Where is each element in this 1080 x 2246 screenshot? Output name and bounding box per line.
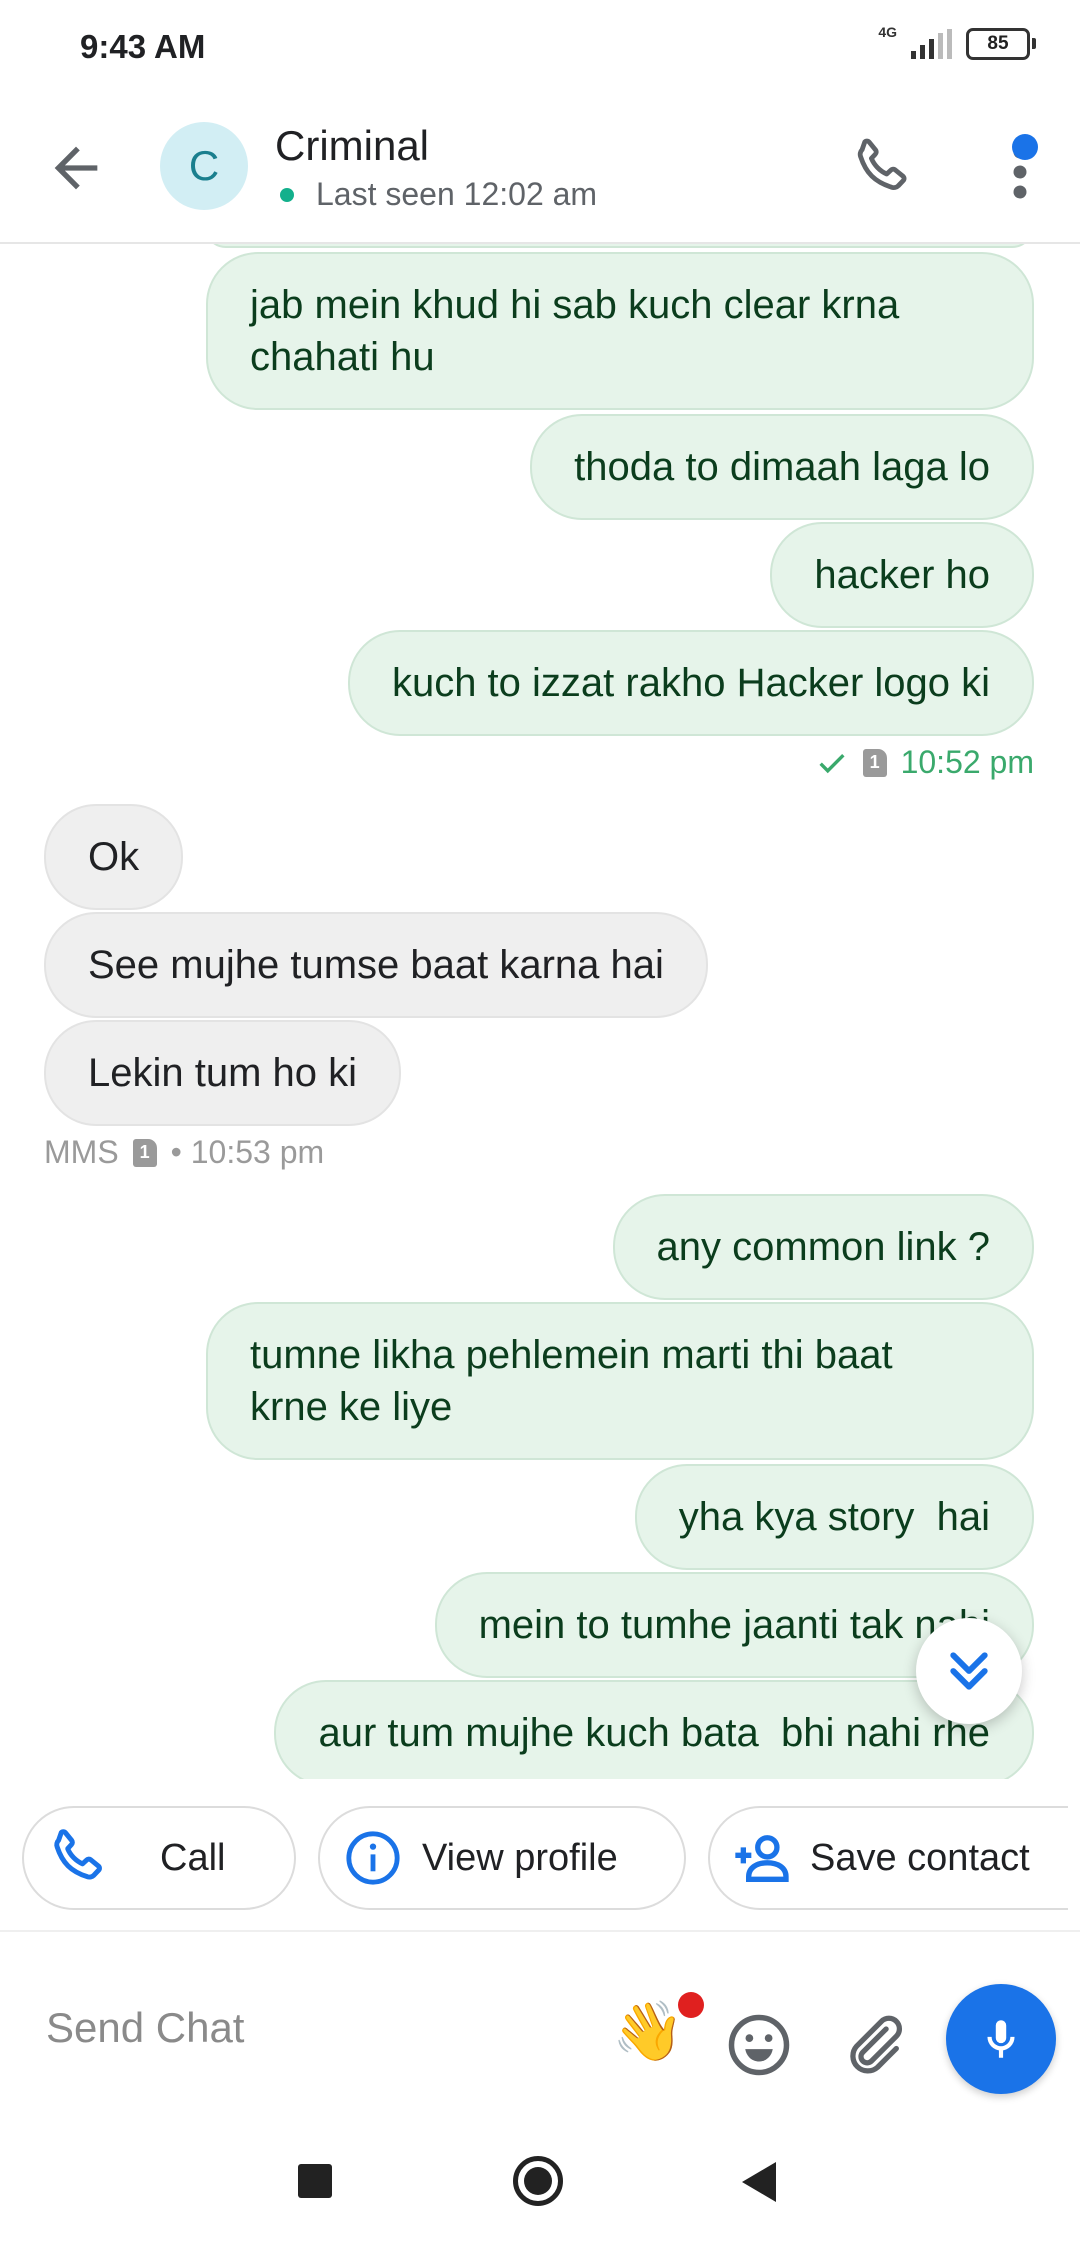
wave-hand-icon[interactable]: 👋 [612, 2002, 684, 2062]
network-type: 4G [878, 24, 897, 40]
last-seen-status: Last seen 12:02 am [280, 176, 597, 213]
double-chevron-down-icon [950, 1652, 988, 1690]
call-chip-label: Call [160, 1836, 226, 1879]
message-bubble-outgoing[interactable]: hacker ho [770, 522, 1034, 628]
notification-dot [1012, 134, 1038, 160]
message-bubble-partial [204, 244, 1034, 248]
sim-icon: 1 [132, 1138, 157, 1167]
home-dot-icon [524, 2167, 552, 2195]
message-text-line: krne ke liye [250, 1385, 453, 1429]
composer: 👋 [0, 1930, 1080, 2120]
view-profile-chip[interactable]: View profile [318, 1806, 686, 1910]
message-bubble-incoming[interactable]: See mujhe tumse baat karna hai [44, 912, 708, 1018]
battery-icon: 85 [966, 28, 1036, 60]
attach-button[interactable] [838, 2010, 908, 2080]
message-text-line: tumne likha pehlemein marti thi baat [250, 1333, 893, 1377]
sim-icon: 1 [862, 748, 887, 777]
message-type: MMS [44, 1134, 119, 1170]
save-contact-label: Save contact [810, 1836, 1030, 1879]
person-add-icon [735, 1835, 789, 1882]
message-time: • 10:53 pm [170, 1134, 325, 1170]
view-profile-label: View profile [422, 1836, 618, 1879]
status-time: 9:43 AM [80, 28, 206, 65]
back-button[interactable] [44, 136, 108, 200]
message-text: yha kya story hai [678, 1495, 990, 1539]
message-time: 10:52 pm [900, 744, 1034, 780]
wave-notification-dot [678, 1992, 704, 2018]
message-meta-incoming: MMS 1 • 10:53 pm [44, 1134, 324, 1171]
arrow-left-icon [54, 146, 98, 190]
chat-header: C Criminal Last seen 12:02 am [0, 96, 1080, 244]
status-bar: 9:43 AM 4G 85 [0, 0, 1080, 96]
online-dot-icon [280, 187, 294, 202]
emoji-button[interactable] [726, 2012, 792, 2078]
message-text: mein to tumhe jaanti tak nahi [478, 1603, 990, 1647]
message-bubble-outgoing[interactable]: yha kya story hai [634, 1464, 1034, 1570]
message-bubble-outgoing[interactable]: kuch to izzat rakho Hacker logo ki [347, 630, 1034, 736]
message-text: thoda to dimaah laga lo [574, 445, 990, 489]
message-list[interactable]: jab mein khud hi sab kuch clear krna cha… [0, 244, 1080, 1779]
avatar-letter: C [188, 142, 220, 189]
smiley-icon [728, 2014, 790, 2076]
message-bubble-outgoing[interactable]: tumne likha pehlemein marti thi baat krn… [206, 1302, 1034, 1460]
save-contact-chip[interactable]: Save contact [708, 1806, 1068, 1910]
home-button[interactable] [513, 2156, 563, 2206]
phone-icon [54, 1829, 102, 1880]
phone-icon [857, 138, 907, 190]
message-bubble-outgoing[interactable]: aur tum mujhe kuch bata bhi nahi rhe [274, 1680, 1034, 1779]
contact-name[interactable]: Criminal [275, 122, 429, 170]
battery-level: 85 [987, 33, 1009, 54]
microphone-icon [987, 2020, 1015, 2058]
paperclip-icon [850, 2015, 903, 2074]
message-bubble-incoming[interactable]: Lekin tum ho ki [44, 1020, 402, 1126]
voice-message-button[interactable] [946, 1984, 1056, 2094]
message-text: any common link ? [656, 1225, 990, 1269]
system-nav-bar [0, 2116, 1080, 2246]
quick-actions: Call View profile Save contact [0, 1800, 1080, 1920]
call-button[interactable] [845, 132, 917, 204]
message-input[interactable] [44, 1992, 568, 2064]
message-text: kuch to izzat rakho Hacker logo ki [391, 661, 990, 705]
message-text-line: jab mein khud hi sab kuch clear krna [250, 283, 900, 327]
call-chip[interactable]: Call [22, 1806, 296, 1910]
message-bubble-outgoing[interactable]: jab mein khud hi sab kuch clear krna cha… [206, 252, 1034, 410]
message-text: aur tum mujhe kuch bata bhi nahi rhe [318, 1711, 990, 1755]
avatar[interactable]: C [160, 122, 248, 210]
message-text: Lekin tum ho ki [88, 1051, 358, 1095]
message-bubble-incoming[interactable]: Ok [44, 804, 184, 910]
signal-icon [911, 29, 952, 59]
scroll-to-bottom-button[interactable] [916, 1618, 1022, 1724]
message-text-line: chahati hu [250, 335, 435, 379]
status-icons: 4G 85 [878, 24, 1036, 60]
message-text: See mujhe tumse baat karna hai [88, 943, 664, 987]
message-text: hacker ho [814, 553, 990, 597]
recents-button[interactable] [298, 2164, 332, 2198]
nav-back-button[interactable] [742, 2162, 776, 2202]
message-bubble-outgoing[interactable]: any common link ? [612, 1194, 1034, 1300]
last-seen-text: Last seen 12:02 am [316, 176, 598, 212]
message-text: Ok [88, 835, 140, 879]
message-bubble-outgoing[interactable]: thoda to dimaah laga lo [530, 414, 1034, 520]
message-meta-outgoing: 1 10:52 pm [815, 744, 1034, 781]
info-icon [346, 1831, 400, 1885]
check-icon [819, 753, 845, 773]
